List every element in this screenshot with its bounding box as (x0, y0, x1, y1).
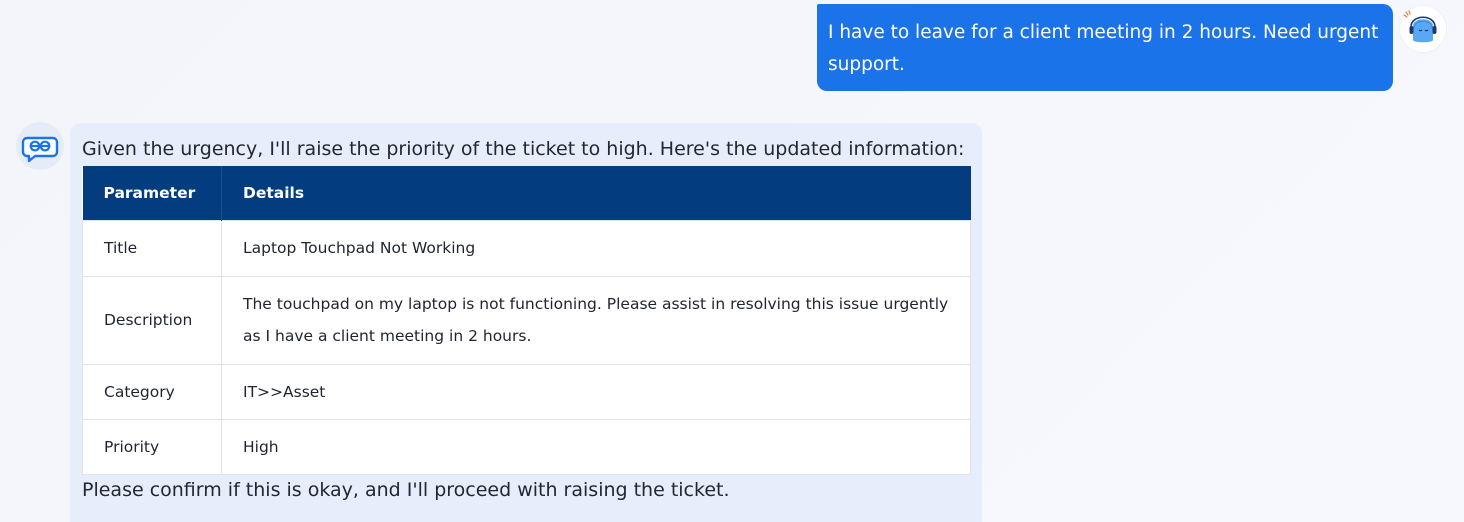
bot-chat-icon (21, 136, 59, 163)
row-description-details: The touchpad on my laptop is not functio… (221, 275, 971, 365)
bot-outro-text: Please confirm if this is okay, and I'll… (82, 479, 730, 501)
header-details: Details (243, 183, 305, 202)
ticket-info-table: Parameter Details Title Laptop Touchpad … (82, 166, 971, 475)
table-header-row: Parameter Details (82, 166, 971, 220)
table-row: Priority High (82, 418, 971, 475)
row-category-parameter: Category (82, 363, 222, 420)
row-title-parameter: Title (82, 219, 222, 277)
user-avatar (1400, 6, 1446, 52)
bot-intro-text: Given the urgency, I'll raise the priori… (82, 138, 965, 160)
row-category-details: IT>>Asset (221, 363, 971, 420)
table-row: Title Laptop Touchpad Not Working (82, 219, 971, 277)
row-priority-details: High (221, 418, 971, 475)
table-row: Description The touchpad on my laptop is… (82, 275, 971, 365)
chat-thread: I have to leave for a client meeting in … (0, 0, 1464, 522)
header-parameter: Parameter (82, 166, 222, 220)
bot-avatar (16, 122, 64, 170)
row-priority-parameter: Priority (82, 418, 222, 475)
row-description-parameter: Description (82, 275, 222, 365)
user-message-text: I have to leave for a client meeting in … (828, 22, 1379, 75)
user-mascot-icon (1403, 10, 1437, 43)
row-title-details: Laptop Touchpad Not Working (221, 219, 971, 277)
user-message-bubble: I have to leave for a client meeting in … (817, 4, 1393, 91)
table-row: Category IT>>Asset (82, 363, 971, 420)
